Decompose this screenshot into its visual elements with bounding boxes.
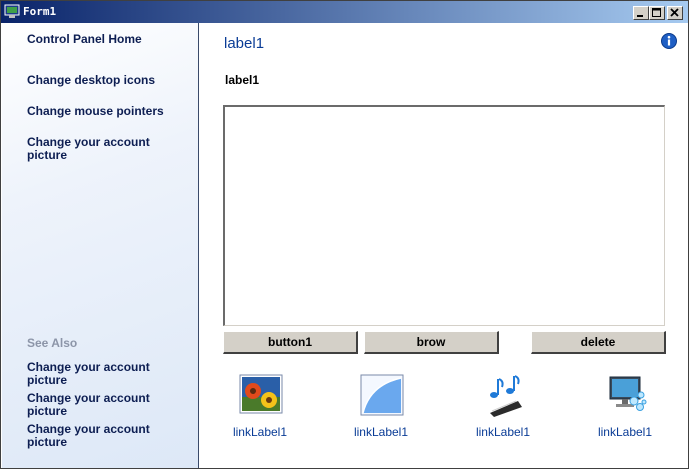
tile-4[interactable]: linkLabel1 — [580, 373, 670, 443]
sidebar: Control Panel Home Change desktop icons … — [2, 23, 199, 468]
minimize-icon — [637, 15, 643, 17]
button1-button[interactable]: button1 — [223, 331, 358, 354]
main-panel: label1 label1 button1 brow delete linkLa… — [199, 23, 688, 468]
text-area[interactable] — [223, 105, 665, 326]
tile-2-link[interactable]: linkLabel1 — [336, 425, 426, 439]
title-bar[interactable]: Form1 — [1, 1, 688, 23]
close-button[interactable] — [667, 6, 683, 20]
app-icon — [4, 4, 20, 18]
tile-1[interactable]: linkLabel1 — [215, 373, 305, 443]
sidebar-link-desktop-icons[interactable]: Change desktop icons — [27, 74, 187, 87]
brow-button[interactable]: brow — [364, 331, 499, 354]
blank-blue-picture-icon[interactable] — [360, 373, 404, 417]
tile-1-link[interactable]: linkLabel1 — [215, 425, 305, 439]
minimize-button[interactable] — [633, 6, 649, 20]
tile-3[interactable]: linkLabel1 — [458, 373, 548, 443]
sidebar-link-mouse-pointers[interactable]: Change mouse pointers — [27, 105, 187, 118]
maximize-button[interactable] — [649, 6, 665, 20]
monitor-bubbles-icon[interactable] — [604, 373, 648, 417]
window-title: Form1 — [23, 5, 57, 18]
app-window: Form1 Control Panel Home Change desktop … — [0, 0, 689, 469]
page-title: label1 — [224, 35, 265, 52]
see-also-link-1[interactable]: Change your account picture — [27, 361, 167, 387]
sidebar-link-account-picture[interactable]: Change your account picture — [27, 136, 167, 162]
info-icon[interactable] — [661, 33, 677, 49]
see-also-link-2[interactable]: Change your account picture — [27, 392, 167, 418]
see-also-heading: See Also — [27, 336, 78, 350]
delete-button[interactable]: delete — [531, 331, 666, 354]
close-icon — [670, 8, 679, 17]
tile-4-link[interactable]: linkLabel1 — [580, 425, 670, 439]
sub-label: label1 — [225, 73, 260, 87]
maximize-icon — [652, 8, 661, 17]
sidebar-link-control-panel-home[interactable]: Control Panel Home — [27, 33, 187, 46]
see-also-link-3[interactable]: Change your account picture — [27, 423, 167, 449]
tile-2[interactable]: linkLabel1 — [336, 373, 426, 443]
flower-photo-icon[interactable] — [239, 373, 283, 417]
tile-3-link[interactable]: linkLabel1 — [458, 425, 548, 439]
music-notes-icon[interactable] — [482, 373, 526, 417]
